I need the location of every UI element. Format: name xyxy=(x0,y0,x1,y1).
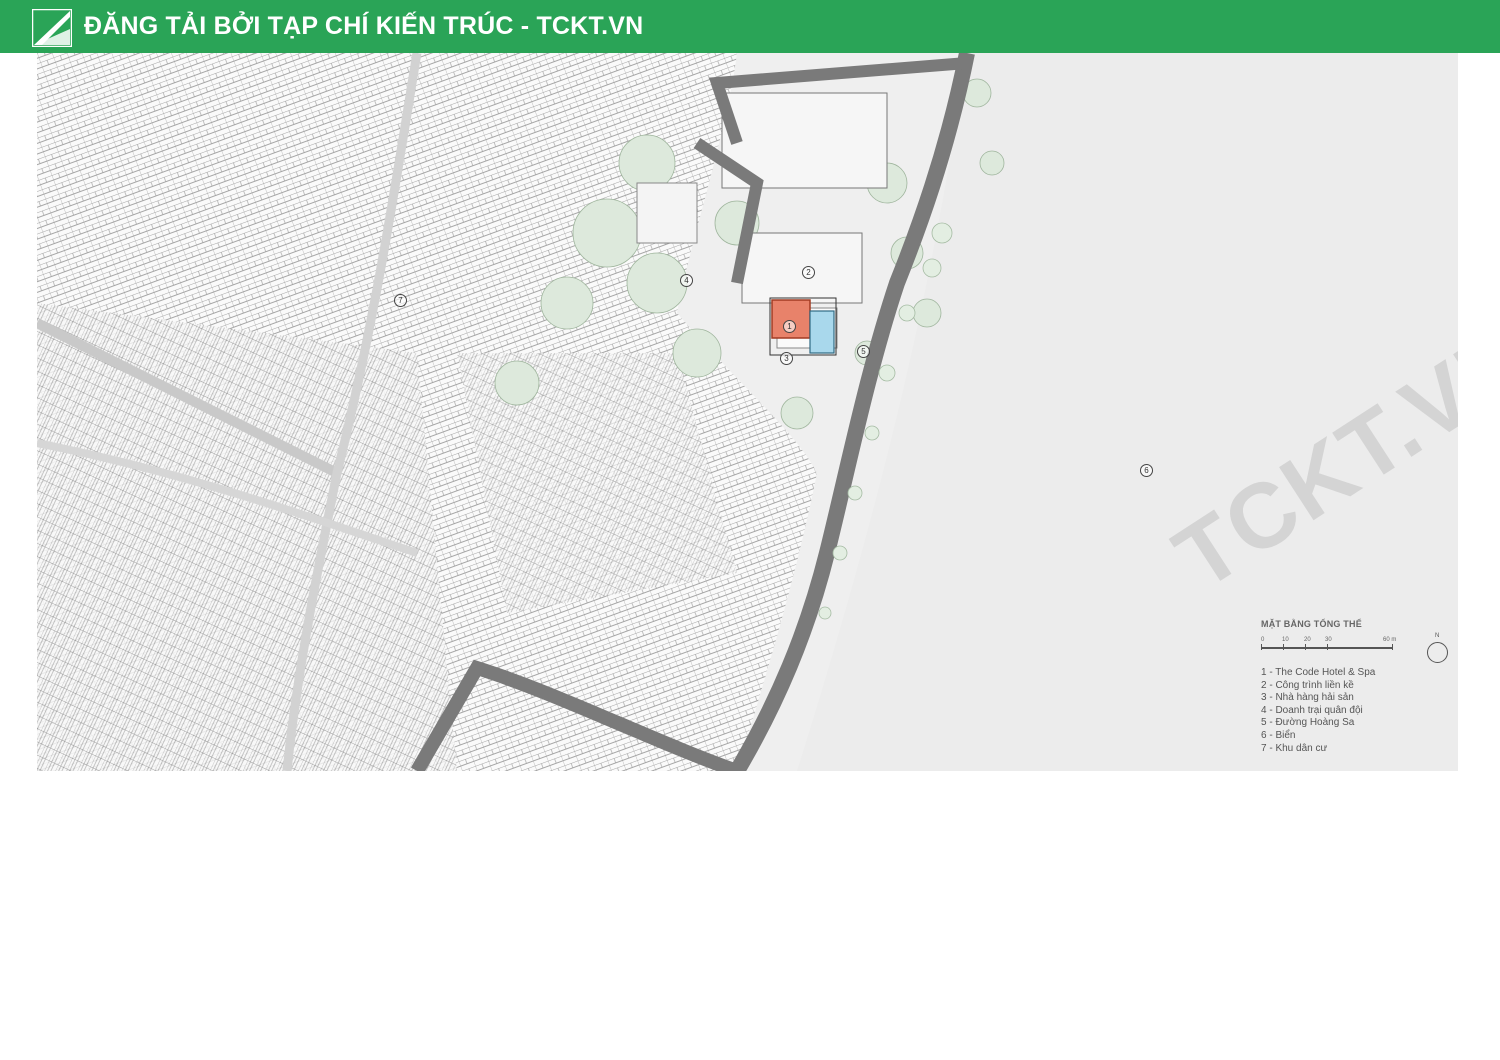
legend-item: 6 - Biển xyxy=(1261,729,1296,741)
scale-bar: 0 10 20 30 60 m xyxy=(1261,637,1401,659)
legend-item: 3 - Nhà hàng hải sản xyxy=(1261,692,1354,704)
banner-title: ĐĂNG TẢI BỞI TẠP CHÍ KIẾN TRÚC - TCKT.VN xyxy=(84,12,644,40)
legend-item: 1 - The Code Hotel & Spa xyxy=(1261,667,1376,678)
map-marker-5: 5 xyxy=(857,345,870,358)
map-drawing xyxy=(37,53,1458,771)
map-marker-7: 7 xyxy=(394,294,407,307)
scale-tick-label: 0 xyxy=(1261,637,1265,643)
scale-tick-label: 10 xyxy=(1282,637,1289,643)
legend-item: 4 - Doanh trại quân đội xyxy=(1261,704,1363,716)
legend-title: MẶT BẰNG TỔNG THỂ xyxy=(1261,619,1362,629)
compass-circle xyxy=(1427,642,1448,663)
map-marker-6: 6 xyxy=(1140,464,1153,477)
site-banner: ĐĂNG TẢI BỞI TẠP CHÍ KIẾN TRÚC - TCKT.VN xyxy=(0,0,1500,53)
tckt-logo-icon xyxy=(32,9,72,47)
scale-tick xyxy=(1261,644,1262,650)
scale-tick xyxy=(1283,644,1284,650)
scale-tick xyxy=(1305,644,1306,650)
map-marker-3: 3 xyxy=(780,352,793,365)
map-marker-4: 4 xyxy=(680,274,693,287)
north-label: N xyxy=(1435,633,1440,639)
north-arrow-icon: N xyxy=(1427,633,1451,669)
scale-tick-label: 60 m xyxy=(1383,637,1397,643)
scale-tick-label: 30 xyxy=(1325,637,1332,643)
map-legend: MẶT BẰNG TỔNG THỂ 0 10 20 30 60 m 1 - Th… xyxy=(1261,619,1451,755)
map-marker-2: 2 xyxy=(802,266,815,279)
master-plan-map: 1 2 3 4 5 6 7 TCKT.VN MẶT BẰNG TỔNG THỂ … xyxy=(37,53,1458,771)
scale-tick-label: 20 xyxy=(1304,637,1311,643)
scale-tick xyxy=(1392,644,1393,650)
legend-item: 7 - Khu dân cư xyxy=(1261,742,1328,754)
scale-tick xyxy=(1327,644,1328,650)
legend-item: 2 - Công trình liền kề xyxy=(1261,679,1354,691)
legend-item: 5 - Đường Hoàng Sa xyxy=(1261,717,1355,729)
legend-list: 1 - The Code Hotel & Spa 2 - Công trình … xyxy=(1261,667,1451,755)
map-marker-1: 1 xyxy=(783,320,796,333)
